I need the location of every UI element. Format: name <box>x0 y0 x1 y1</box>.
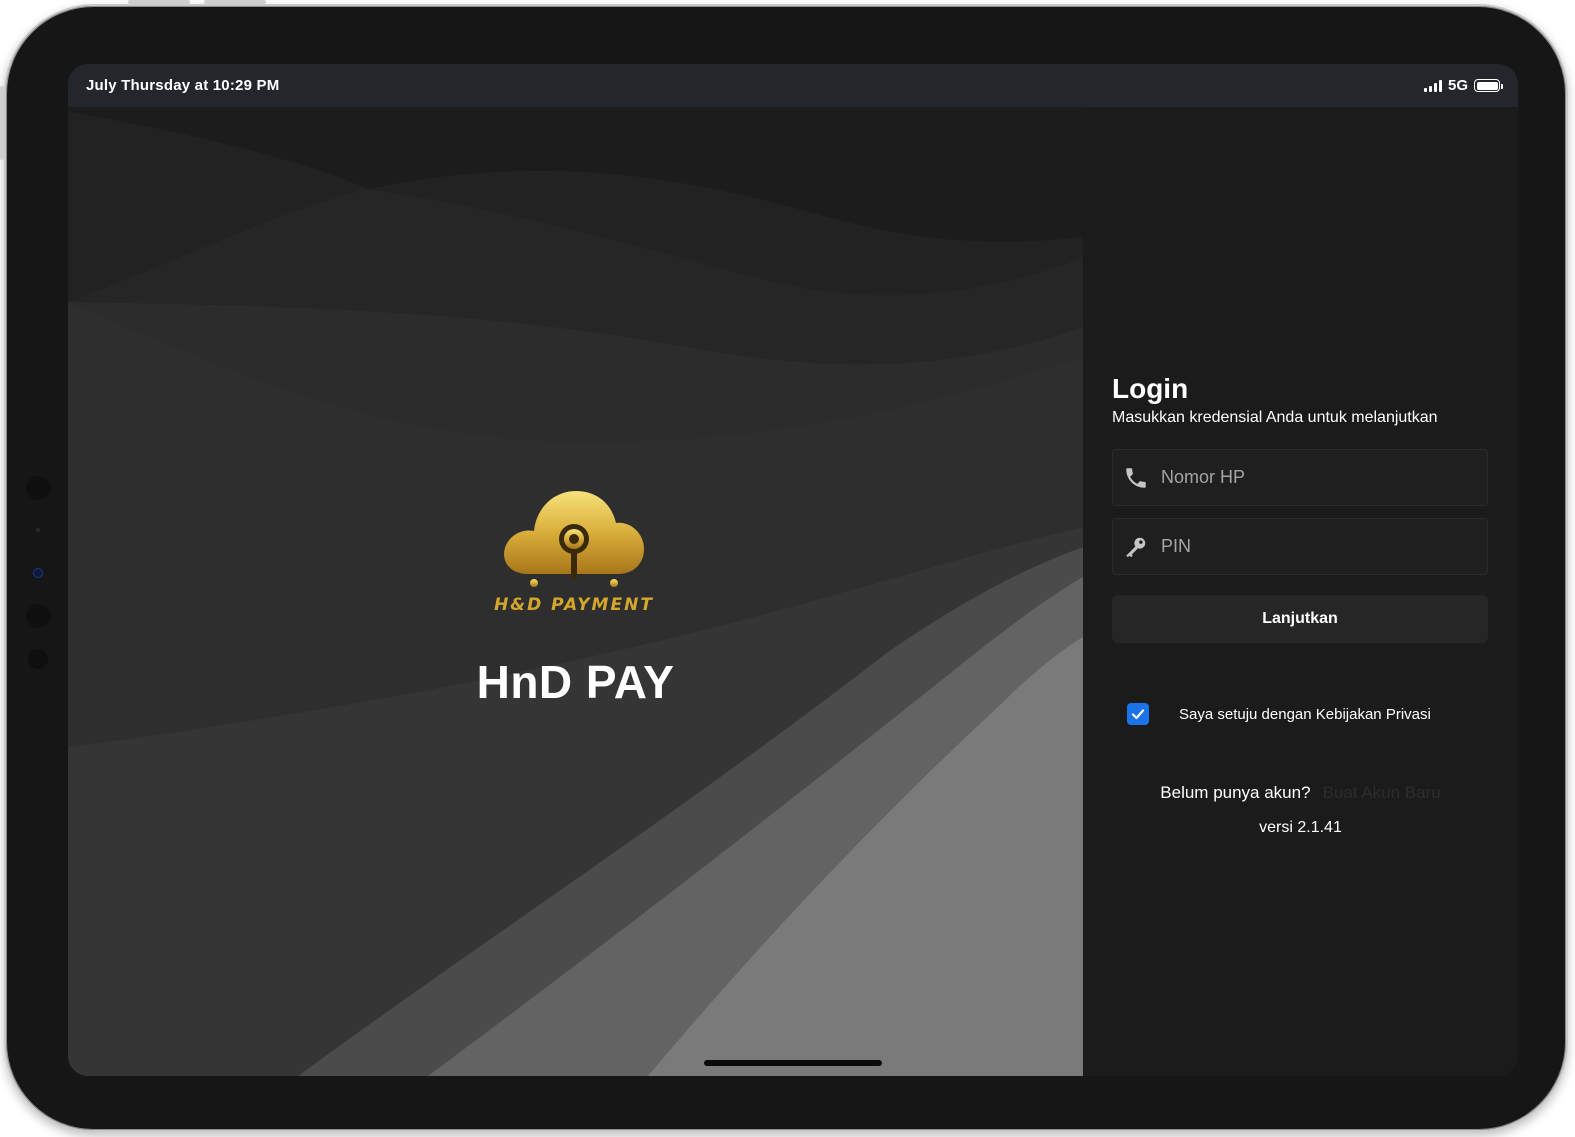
status-indicators: 5G <box>1423 77 1503 94</box>
front-sensor <box>26 476 50 500</box>
privacy-label[interactable]: Saya setuju dengan Kebijakan Privasi <box>1179 706 1431 723</box>
privacy-agreement: Saya setuju dengan Kebijakan Privasi <box>1127 703 1431 725</box>
signup-link[interactable]: Buat Akun Baru <box>1323 783 1441 802</box>
signal-icon <box>1423 79 1442 92</box>
privacy-checkbox[interactable] <box>1127 703 1149 725</box>
battery-icon <box>1474 79 1503 92</box>
front-sensor <box>26 604 50 628</box>
phone-field[interactable] <box>1112 449 1488 506</box>
pin-input[interactable] <box>1161 536 1461 557</box>
hero-panel: H&D PAYMENT HnD PAY <box>68 107 1083 1076</box>
status-bar: July Thursday at 10:29 PM 5G <box>68 64 1518 107</box>
network-label: 5G <box>1447 77 1468 94</box>
check-icon <box>1131 709 1145 720</box>
logo-text: H&D PAYMENT <box>494 595 654 615</box>
power-button <box>0 86 4 160</box>
brand-logo: H&D PAYMENT <box>494 479 652 619</box>
front-camera <box>33 568 43 578</box>
screen: July Thursday at 10:29 PM 5G H&D PAYMENT… <box>68 64 1518 1076</box>
front-sensor <box>36 528 40 532</box>
login-title: Login <box>1112 373 1189 404</box>
login-panel: Login Masukkan kredensial Anda untuk mel… <box>1083 107 1518 1076</box>
app-version: versi 2.1.41 <box>1259 819 1342 836</box>
app-name: HnD PAY <box>476 656 675 708</box>
phone-input[interactable] <box>1161 467 1461 488</box>
signup-prompt: Belum punya akun? <box>1160 783 1311 802</box>
key-icon <box>1123 534 1149 560</box>
home-indicator[interactable] <box>704 1060 882 1066</box>
volume-button <box>204 0 266 4</box>
signup-row: Belum punya akun? Buat Akun Baru <box>1083 783 1518 803</box>
pin-field[interactable] <box>1112 518 1488 575</box>
login-subtitle: Masukkan kredensial Anda untuk melanjutk… <box>1112 409 1438 426</box>
front-sensor <box>28 649 48 669</box>
status-time: July Thursday at 10:29 PM <box>86 77 280 94</box>
phone-icon <box>1123 465 1149 491</box>
tablet-frame: July Thursday at 10:29 PM 5G H&D PAYMENT… <box>4 4 1568 1132</box>
volume-button <box>128 0 190 4</box>
continue-button[interactable]: Lanjutkan <box>1112 595 1488 643</box>
